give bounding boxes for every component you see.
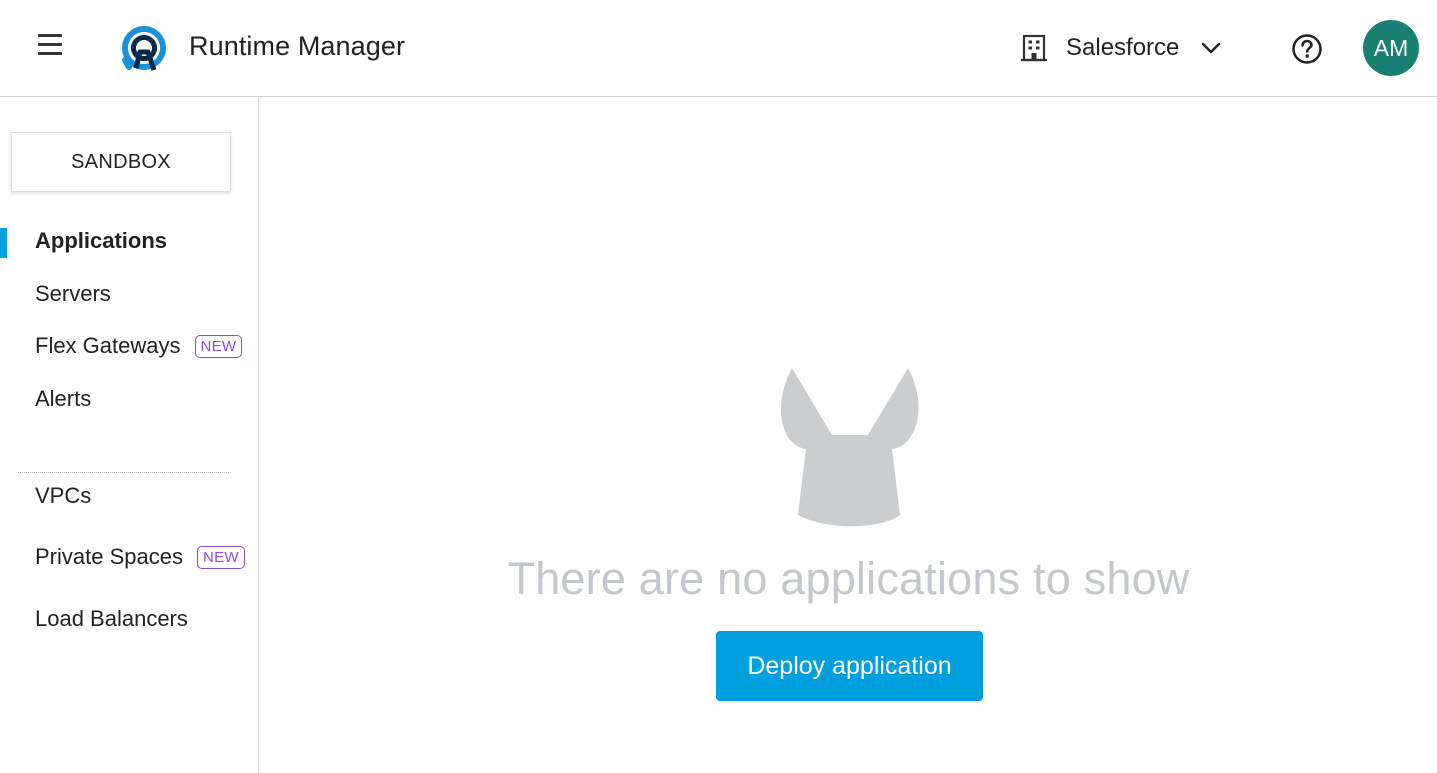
environment-selector[interactable]: SANDBOX [11, 132, 231, 192]
sidebar-item-label: Alerts [35, 386, 92, 411]
sidebar-item-private-spaces[interactable]: Private Spaces NEW [35, 544, 245, 570]
sidebar-item-label: Servers [35, 281, 111, 306]
top-header: Runtime Manager Salesforce AM [0, 0, 1437, 97]
sidebar-item-vpcs[interactable]: VPCs [35, 483, 91, 509]
sidebar-divider [18, 472, 229, 473]
sidebar-item-label: VPCs [35, 483, 92, 508]
sidebar-item-label: Load Balancers [35, 606, 188, 631]
org-switcher[interactable]: Salesforce [1018, 28, 1223, 68]
sidebar-item-load-balancers[interactable]: Load Balancers [35, 606, 188, 632]
sidebar: SANDBOX Applications Servers Flex Gatewa… [0, 97, 259, 773]
runtime-manager-logo-icon[interactable] [118, 24, 170, 74]
new-badge: NEW [196, 545, 245, 569]
sidebar-item-applications[interactable]: Applications [35, 228, 167, 254]
empty-state-message: There are no applications to show [507, 553, 1190, 604]
building-icon [1021, 34, 1047, 62]
main-content: There are no applications to show Deploy… [260, 97, 1437, 773]
sidebar-item-alerts[interactable]: Alerts [35, 386, 91, 412]
active-indicator [0, 228, 7, 258]
app-title: Runtime Manager [189, 31, 406, 61]
deploy-application-button[interactable]: Deploy application [716, 631, 983, 701]
sidebar-item-label: Applications [35, 228, 168, 253]
sidebar-item-label: Private Spaces [35, 544, 183, 569]
sidebar-item-label: Flex Gateways [35, 333, 181, 358]
hamburger-menu-icon[interactable] [36, 33, 64, 57]
help-circle-icon[interactable] [1291, 33, 1323, 65]
empty-state-bunny-icon [780, 368, 919, 527]
sidebar-item-flex-gateways[interactable]: Flex Gateways NEW [35, 333, 243, 359]
org-name: Salesforce [1066, 34, 1180, 61]
chevron-down-icon [1202, 42, 1221, 54]
new-badge: NEW [194, 334, 243, 358]
avatar[interactable]: AM [1363, 20, 1419, 76]
sidebar-item-servers[interactable]: Servers [35, 281, 111, 307]
